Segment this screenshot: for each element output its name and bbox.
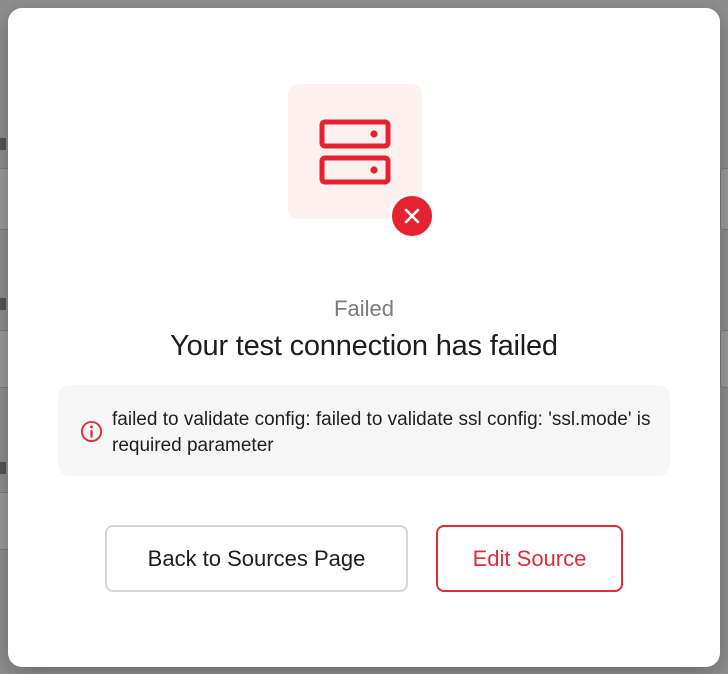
back-to-sources-button[interactable]: Back to Sources Page	[105, 525, 408, 592]
error-message-text: failed to validate config: failed to val…	[112, 409, 651, 456]
edit-source-button[interactable]: Edit Source	[436, 525, 623, 592]
background-label	[0, 298, 6, 310]
close-icon	[404, 208, 420, 224]
background-field	[720, 168, 728, 230]
server-icon	[319, 119, 391, 185]
background-label	[0, 138, 6, 150]
page-title: Your test connection has failed	[170, 330, 558, 362]
error-badge	[389, 193, 435, 239]
background-field	[720, 330, 728, 388]
status-label: Failed	[334, 296, 394, 321]
background-label	[0, 462, 6, 474]
info-icon	[80, 420, 103, 443]
error-message-box: failed to validate config: failed to val…	[58, 385, 670, 476]
test-connection-modal: Failed Your test connection has failed f…	[8, 8, 720, 667]
